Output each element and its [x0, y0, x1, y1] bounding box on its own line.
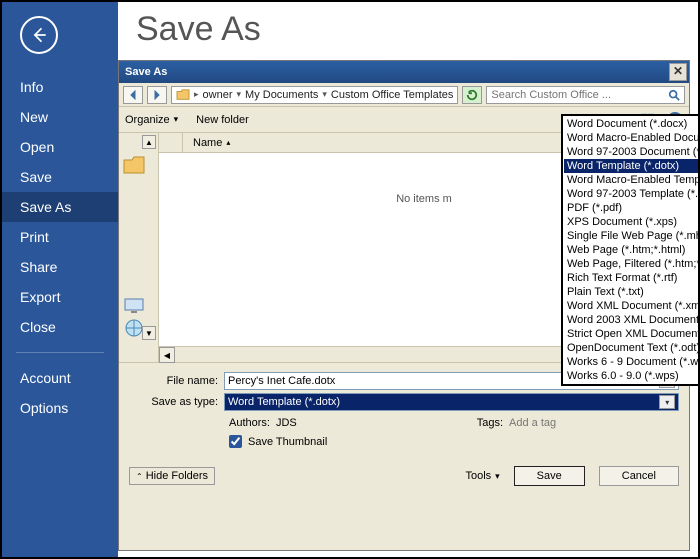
type-option[interactable]: Word XML Document (*.xml): [564, 299, 700, 313]
type-option[interactable]: Web Page, Filtered (*.htm;*.html): [564, 257, 700, 271]
tags-value[interactable]: Add a tag: [509, 417, 556, 429]
save-type-input[interactable]: [228, 396, 659, 408]
search-input[interactable]: [491, 89, 664, 101]
crumb[interactable]: Custom Office Templates: [331, 89, 453, 101]
type-option[interactable]: Word 2003 XML Document (*.xml): [564, 313, 700, 327]
save-thumbnail-label: Save Thumbnail: [248, 436, 327, 448]
nav-tree[interactable]: ▲ ▼: [119, 133, 159, 362]
tags-label: Tags:: [477, 417, 503, 429]
caret-down-icon: ▾: [495, 471, 500, 482]
backstage-sidebar: InfoNewOpenSaveSave AsPrintShareExportCl…: [2, 2, 118, 557]
type-option[interactable]: Word Template (*.dotx): [564, 159, 700, 173]
caret-up-icon: ▲: [145, 138, 153, 147]
authors-value[interactable]: JDS: [276, 417, 297, 429]
sort-icon: ▴: [226, 138, 230, 147]
folder-icon: [176, 89, 190, 101]
caret-left-icon: [128, 90, 138, 100]
sidebar-separator: [16, 352, 104, 353]
breadcrumb-sep-icon: ▾: [237, 89, 242, 100]
refresh-icon: [466, 89, 478, 101]
save-button[interactable]: Save: [514, 466, 585, 486]
save-thumbnail-checkbox[interactable]: [229, 435, 242, 448]
close-icon: ✕: [673, 64, 683, 78]
file-name-label: File name:: [129, 375, 224, 387]
dialog-titlebar: Save As ✕: [119, 61, 689, 83]
crumb[interactable]: My Documents: [245, 89, 318, 101]
save-type-field[interactable]: ▾: [224, 393, 679, 411]
scroll-up-button[interactable]: ▲: [142, 135, 156, 149]
sidebar-item-export[interactable]: Export: [2, 282, 118, 312]
save-type-dropdown-button[interactable]: ▾: [659, 395, 675, 409]
crumb[interactable]: owner: [203, 89, 233, 101]
type-option[interactable]: Rich Text Format (*.rtf): [564, 271, 700, 285]
arrow-left-icon: [29, 25, 49, 45]
caret-up-icon: ⌃: [136, 472, 143, 481]
sidebar-item-open[interactable]: Open: [2, 132, 118, 162]
type-option[interactable]: Single File Web Page (*.mht;*.mhtml): [564, 229, 700, 243]
sidebar-item-close[interactable]: Close: [2, 312, 118, 342]
caret-down-icon: ▾: [174, 114, 179, 125]
scroll-left-button[interactable]: ◀: [159, 347, 175, 363]
type-option[interactable]: Word Macro-Enabled Document (*.docm): [564, 131, 700, 145]
page-title: Save As: [136, 10, 261, 49]
scroll-down-button[interactable]: ▼: [142, 326, 156, 340]
computer-icon[interactable]: [123, 296, 145, 316]
type-option[interactable]: Web Page (*.htm;*.html): [564, 243, 700, 257]
save-type-label: Save as type:: [129, 396, 224, 408]
sidebar-item-save-as[interactable]: Save As: [2, 192, 118, 222]
save-type-options-list[interactable]: Word Document (*.docx)Word Macro-Enabled…: [561, 114, 700, 386]
nav-back-button[interactable]: [123, 86, 143, 104]
breadcrumb-sep-icon: ▾: [322, 89, 327, 100]
nav-fwd-button[interactable]: [147, 86, 167, 104]
column-spacer: [159, 133, 183, 152]
type-option[interactable]: Strict Open XML Document (*.docx): [564, 327, 700, 341]
refresh-button[interactable]: [462, 86, 482, 104]
sidebar-item-new[interactable]: New: [2, 102, 118, 132]
caret-right-icon: [152, 90, 162, 100]
sidebar-item-save[interactable]: Save: [2, 162, 118, 192]
caret-left-icon: ◀: [164, 351, 170, 360]
tools-button[interactable]: Tools ▾: [465, 470, 499, 482]
type-option[interactable]: Works 6 - 9 Document (*.wps): [564, 355, 700, 369]
type-option[interactable]: Word 97-2003 Template (*.dot): [564, 187, 700, 201]
caret-down-icon: ▾: [665, 398, 669, 407]
search-box[interactable]: [486, 86, 685, 104]
type-option[interactable]: OpenDocument Text (*.odt): [564, 341, 700, 355]
sidebar-item-account[interactable]: Account: [2, 363, 118, 393]
dialog-title-text: Save As: [125, 66, 167, 78]
address-bar: ▸ owner ▾ My Documents ▾ Custom Office T…: [119, 83, 689, 107]
type-option[interactable]: Word Document (*.docx): [564, 117, 700, 131]
hide-folders-button[interactable]: ⌃Hide Folders: [129, 467, 215, 485]
type-option[interactable]: XPS Document (*.xps): [564, 215, 700, 229]
main-area: Save As Save As ✕ ▸ owner ▾ My Documents: [118, 2, 698, 557]
back-button[interactable]: [20, 16, 58, 54]
authors-label: Authors:: [229, 417, 270, 429]
organize-button[interactable]: Organize ▾: [125, 114, 178, 126]
dialog-close-button[interactable]: ✕: [669, 63, 687, 81]
breadcrumb-sep-icon: ▸: [194, 89, 199, 100]
new-folder-button[interactable]: New folder: [196, 114, 249, 126]
cancel-button[interactable]: Cancel: [599, 466, 679, 486]
sidebar-item-info[interactable]: Info: [2, 72, 118, 102]
sidebar-item-share[interactable]: Share: [2, 252, 118, 282]
type-option[interactable]: Word 97-2003 Document (*.doc): [564, 145, 700, 159]
sidebar-item-print[interactable]: Print: [2, 222, 118, 252]
folder-desktop-icon[interactable]: [123, 155, 145, 175]
caret-down-icon: ▼: [145, 329, 153, 338]
type-option[interactable]: Plain Text (*.txt): [564, 285, 700, 299]
type-option[interactable]: Works 6.0 - 9.0 (*.wps): [564, 369, 700, 383]
sidebar-item-options[interactable]: Options: [2, 393, 118, 423]
breadcrumb[interactable]: ▸ owner ▾ My Documents ▾ Custom Office T…: [171, 86, 458, 104]
search-icon: [668, 89, 680, 101]
type-option[interactable]: PDF (*.pdf): [564, 201, 700, 215]
type-option[interactable]: Word Macro-Enabled Template (*.dotm): [564, 173, 700, 187]
